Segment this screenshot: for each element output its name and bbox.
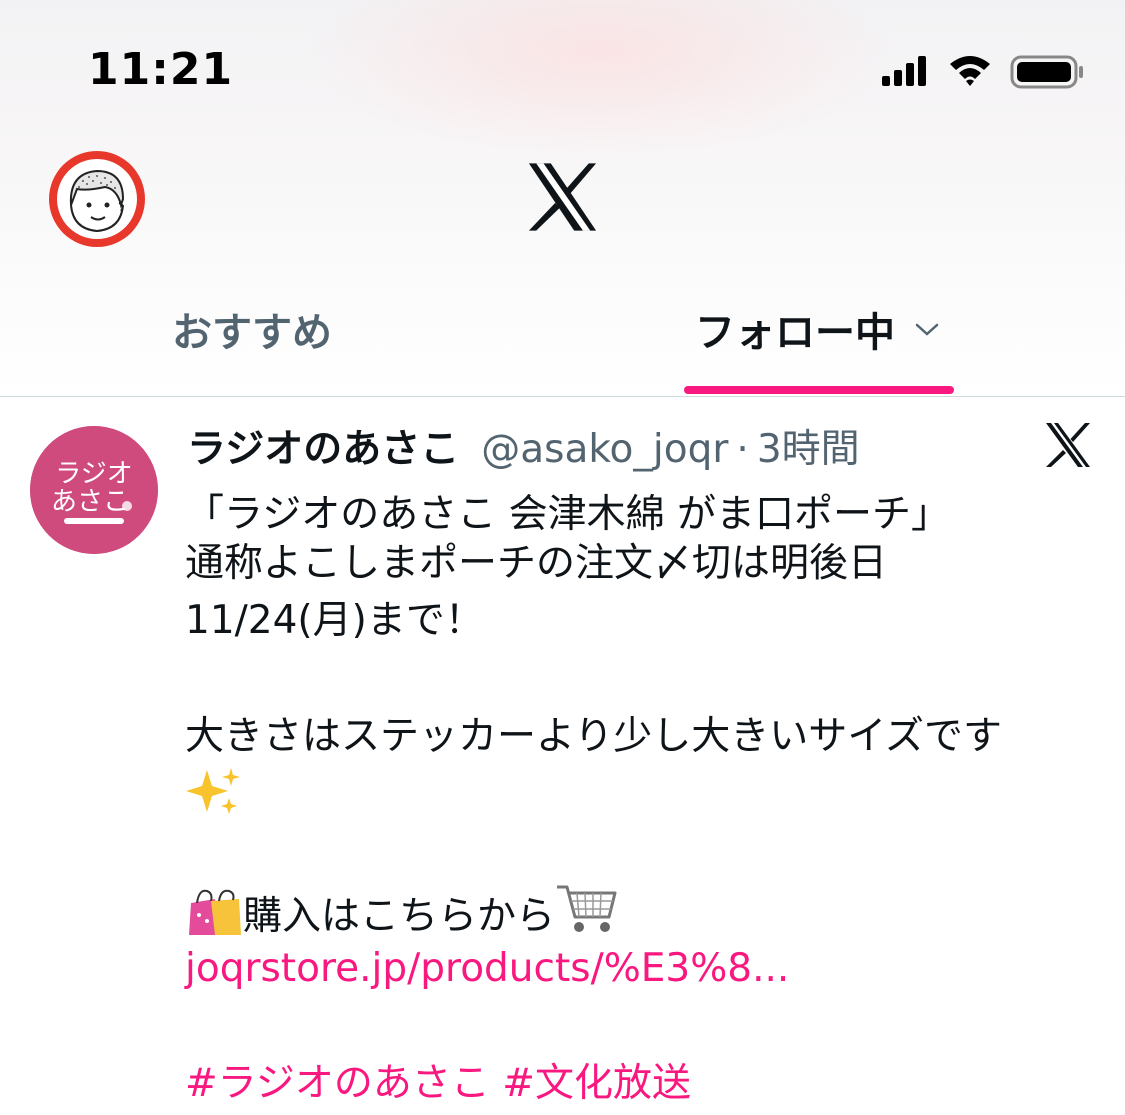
purchase-text: 購入はこちらから [243,894,556,939]
tweet-text-line-4: 大きさはステッカーより少し大きいサイズです [185,714,1003,759]
tweet-author-avatar[interactable]: ラジオ あさこ [30,426,158,554]
purchase-line: 購入はこちらから [185,881,617,946]
svg-text:あさこ: あさこ [51,487,129,517]
tweet-link[interactable]: joqrstore.jp/products/%E3%8... [185,940,789,998]
signal-icon [882,56,926,86]
wifi-icon [950,56,990,86]
tweet-author-handle[interactable]: @asako_joqr [481,427,728,472]
tweet-timestamp[interactable]: 3時間 [757,418,860,474]
tab-following-label: フォロー中 [695,310,895,356]
tweet-separator: · [736,427,749,472]
status-icons [882,55,1083,89]
chevron-down-icon[interactable] [913,319,941,339]
svg-text:ラジオ: ラジオ [55,459,132,489]
tab-recommended-label: おすすめ [172,310,332,356]
tab-following[interactable]: フォロー中 [695,300,941,358]
tweet-hashtags[interactable]: #ラジオのあさこ #文化放送 [185,1055,691,1113]
grok-icon[interactable] [1043,420,1093,470]
battery-icon [1010,55,1083,89]
tweet-text-line-2: 通称よこしまポーチの注文〆切は明後日 [185,541,888,586]
profile-avatar-icon [57,159,137,239]
tab-active-indicator [684,386,954,394]
tweet-author-name[interactable]: ラジオのあさこ [187,418,459,474]
sparkles-icon [185,766,243,827]
tab-recommended[interactable]: おすすめ [172,300,332,358]
tweet-text-line-3: 11/24(月)まで！ [185,598,484,643]
status-time: 11:21 [88,44,234,95]
tweet-header: ラジオのあさこ @asako_joqr · 3時間 [187,418,860,472]
shopping-bags-icon [189,889,241,935]
shopping-cart-icon [557,885,617,932]
profile-avatar-button[interactable] [49,151,145,247]
x-logo-icon[interactable] [526,160,599,234]
tabs-divider [0,396,1125,397]
